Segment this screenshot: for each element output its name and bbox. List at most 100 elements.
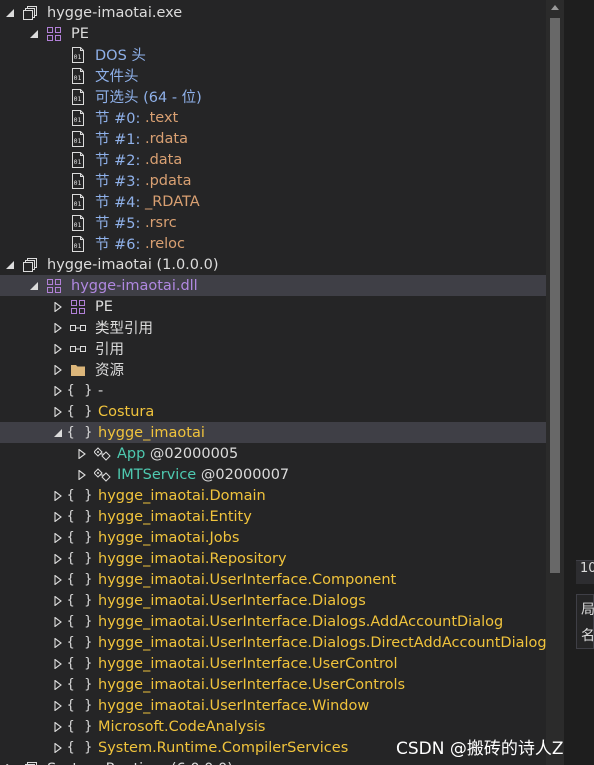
- namespace-icon: { }: [66, 488, 94, 503]
- tree-node[interactable]: hygge-imaotai (1.0.0.0): [0, 254, 546, 275]
- collapsed-arrow-icon[interactable]: [52, 553, 64, 565]
- tree-node[interactable]: 01 节 #4: _RDATA: [0, 191, 546, 212]
- expanded-arrow-icon[interactable]: [52, 427, 64, 439]
- tree-node-label: 节 #6:: [95, 237, 145, 253]
- collapsed-arrow-icon[interactable]: [52, 637, 64, 649]
- tree-node[interactable]: { } hygge_imaotai.UserInterface.Window: [0, 695, 546, 716]
- expanded-arrow-icon[interactable]: [4, 7, 16, 19]
- collapsed-arrow-icon[interactable]: [52, 595, 64, 607]
- collapsed-arrow-icon[interactable]: [52, 679, 64, 691]
- tree-node[interactable]: hygge-imaotai.exe: [0, 2, 546, 23]
- collapsed-arrow-icon[interactable]: [52, 364, 64, 376]
- tree-node[interactable]: { } hygge_imaotai.UserInterface.Dialogs.D…: [0, 632, 546, 653]
- collapsed-arrow-icon[interactable]: [52, 742, 64, 754]
- tree-node-label: 节 #3:: [95, 174, 145, 190]
- tree-node[interactable]: 01 节 #2: .data: [0, 149, 546, 170]
- tree-node[interactable]: { } Costura: [0, 401, 546, 422]
- namespace-icon: { }: [66, 383, 94, 398]
- tree-node[interactable]: { } hygge_imaotai.UserInterface.UserContr…: [0, 653, 546, 674]
- tree-node[interactable]: { } hygge_imaotai.Entity: [0, 506, 546, 527]
- collapsed-arrow-icon[interactable]: [52, 658, 64, 670]
- collapsed-arrow-icon[interactable]: [76, 469, 88, 481]
- tree-node[interactable]: { } hygge_imaotai.UserInterface.UserContr…: [0, 674, 546, 695]
- tree-node[interactable]: IMTService @02000007: [0, 464, 546, 485]
- tree-node-label: hygge_imaotai.Repository: [98, 550, 287, 567]
- collapsed-arrow-icon[interactable]: [52, 490, 64, 502]
- tree-node[interactable]: 01 DOS 头: [0, 44, 546, 65]
- tree-node-label: .rsrc: [144, 214, 177, 231]
- binary-file-icon: 01: [70, 193, 86, 210]
- tree-node[interactable]: 引用: [0, 338, 546, 359]
- tree-node[interactable]: { } hygge_imaotai.Repository: [0, 548, 546, 569]
- tree-node[interactable]: System.Runtime (6.0.0.0): [0, 758, 546, 765]
- tree-node[interactable]: 资源: [0, 359, 546, 380]
- tree-node[interactable]: 类型引用: [0, 317, 546, 338]
- collapsed-arrow-icon[interactable]: [52, 721, 64, 733]
- vertical-scrollbar[interactable]: [546, 0, 564, 765]
- collapsed-arrow-icon[interactable]: [52, 322, 64, 334]
- tree-node[interactable]: { } hygge_imaotai: [0, 422, 546, 443]
- collapsed-arrow-icon[interactable]: [52, 532, 64, 544]
- binary-file-icon: 01: [70, 46, 86, 63]
- tree-node[interactable]: 01 文件头: [0, 65, 546, 86]
- scrollbar-thumb[interactable]: [550, 18, 560, 573]
- tree-node[interactable]: 01 节 #6: .reloc: [0, 233, 546, 254]
- collapsed-arrow-icon[interactable]: [52, 511, 64, 523]
- tree-node[interactable]: hygge-imaotai.dll: [0, 275, 546, 296]
- scroll-up-arrow[interactable]: [551, 5, 559, 10]
- class-icon: [94, 446, 112, 462]
- collapsed-arrow-icon[interactable]: [52, 574, 64, 586]
- collapsed-arrow-icon[interactable]: [52, 616, 64, 628]
- collapsed-arrow-icon[interactable]: [52, 700, 64, 712]
- right-panel-tab[interactable]: 10: [576, 560, 594, 584]
- tree-node-label: Microsoft.CodeAnalysis: [98, 718, 266, 735]
- collapsed-arrow-icon[interactable]: [52, 301, 64, 313]
- tree-node-label: (6.0.0.0): [171, 761, 233, 765]
- tree-node-label: .rdata: [144, 130, 188, 147]
- tree-node-label: 节 #4:: [95, 195, 145, 211]
- tree-node[interactable]: { } hygge_imaotai.UserInterface.Dialogs: [0, 590, 546, 611]
- tree-node-label: 节 #0:: [95, 111, 145, 127]
- tree-node[interactable]: PE: [0, 296, 546, 317]
- expanded-arrow-icon[interactable]: [4, 259, 16, 271]
- tree-node-label: 可选头 (64 - 位): [95, 90, 202, 106]
- collapsed-arrow-icon[interactable]: [52, 406, 64, 418]
- tree-node[interactable]: PE: [0, 23, 546, 44]
- binary-file-icon: 01: [70, 130, 86, 147]
- tree-node[interactable]: { } -: [0, 380, 546, 401]
- collapsed-arrow-icon[interactable]: [52, 343, 64, 355]
- namespace-icon: { }: [66, 635, 94, 650]
- tree-node-label: .text: [144, 109, 179, 126]
- tree-node-label: PE: [71, 25, 89, 42]
- tree-node[interactable]: 01 节 #3: .pdata: [0, 170, 546, 191]
- right-panel-header-box: 局 名: [576, 594, 594, 649]
- tree-node[interactable]: { } hygge_imaotai.UserInterface.Component: [0, 569, 546, 590]
- pe-icon: [70, 299, 86, 315]
- tree-node[interactable]: 01 可选头 (64 - 位): [0, 86, 546, 107]
- tree-node-label: hygge_imaotai.Domain: [98, 487, 266, 504]
- tree-node-label: Costura: [98, 403, 155, 420]
- folder-icon: [70, 362, 86, 378]
- tree-node[interactable]: { } hygge_imaotai.Domain: [0, 485, 546, 506]
- tree-node[interactable]: { } hygge_imaotai.UserInterface.Dialogs.A…: [0, 611, 546, 632]
- collapsed-arrow-icon[interactable]: [76, 448, 88, 460]
- binary-file-icon: 01: [70, 235, 86, 252]
- namespace-icon: { }: [66, 719, 94, 734]
- type-ref-icon: [70, 341, 86, 357]
- tree-node[interactable]: 01 节 #1: .rdata: [0, 128, 546, 149]
- collapsed-arrow-icon[interactable]: [52, 385, 64, 397]
- tree-node[interactable]: { } hygge_imaotai.Jobs: [0, 527, 546, 548]
- tree-node[interactable]: App @02000005: [0, 443, 546, 464]
- tree-node[interactable]: 01 节 #5: .rsrc: [0, 212, 546, 233]
- tree-node-label: hygge_imaotai.UserInterface.Component: [98, 571, 397, 588]
- tree-node-label: App: [117, 445, 146, 462]
- expanded-arrow-icon[interactable]: [28, 28, 40, 40]
- tree-node[interactable]: 01 节 #0: .text: [0, 107, 546, 128]
- tree-node-label: hygge_imaotai.UserInterface.UserControls: [98, 676, 406, 693]
- namespace-icon: { }: [66, 740, 94, 755]
- expanded-arrow-icon[interactable]: [28, 280, 40, 292]
- svg-text:01: 01: [74, 221, 82, 229]
